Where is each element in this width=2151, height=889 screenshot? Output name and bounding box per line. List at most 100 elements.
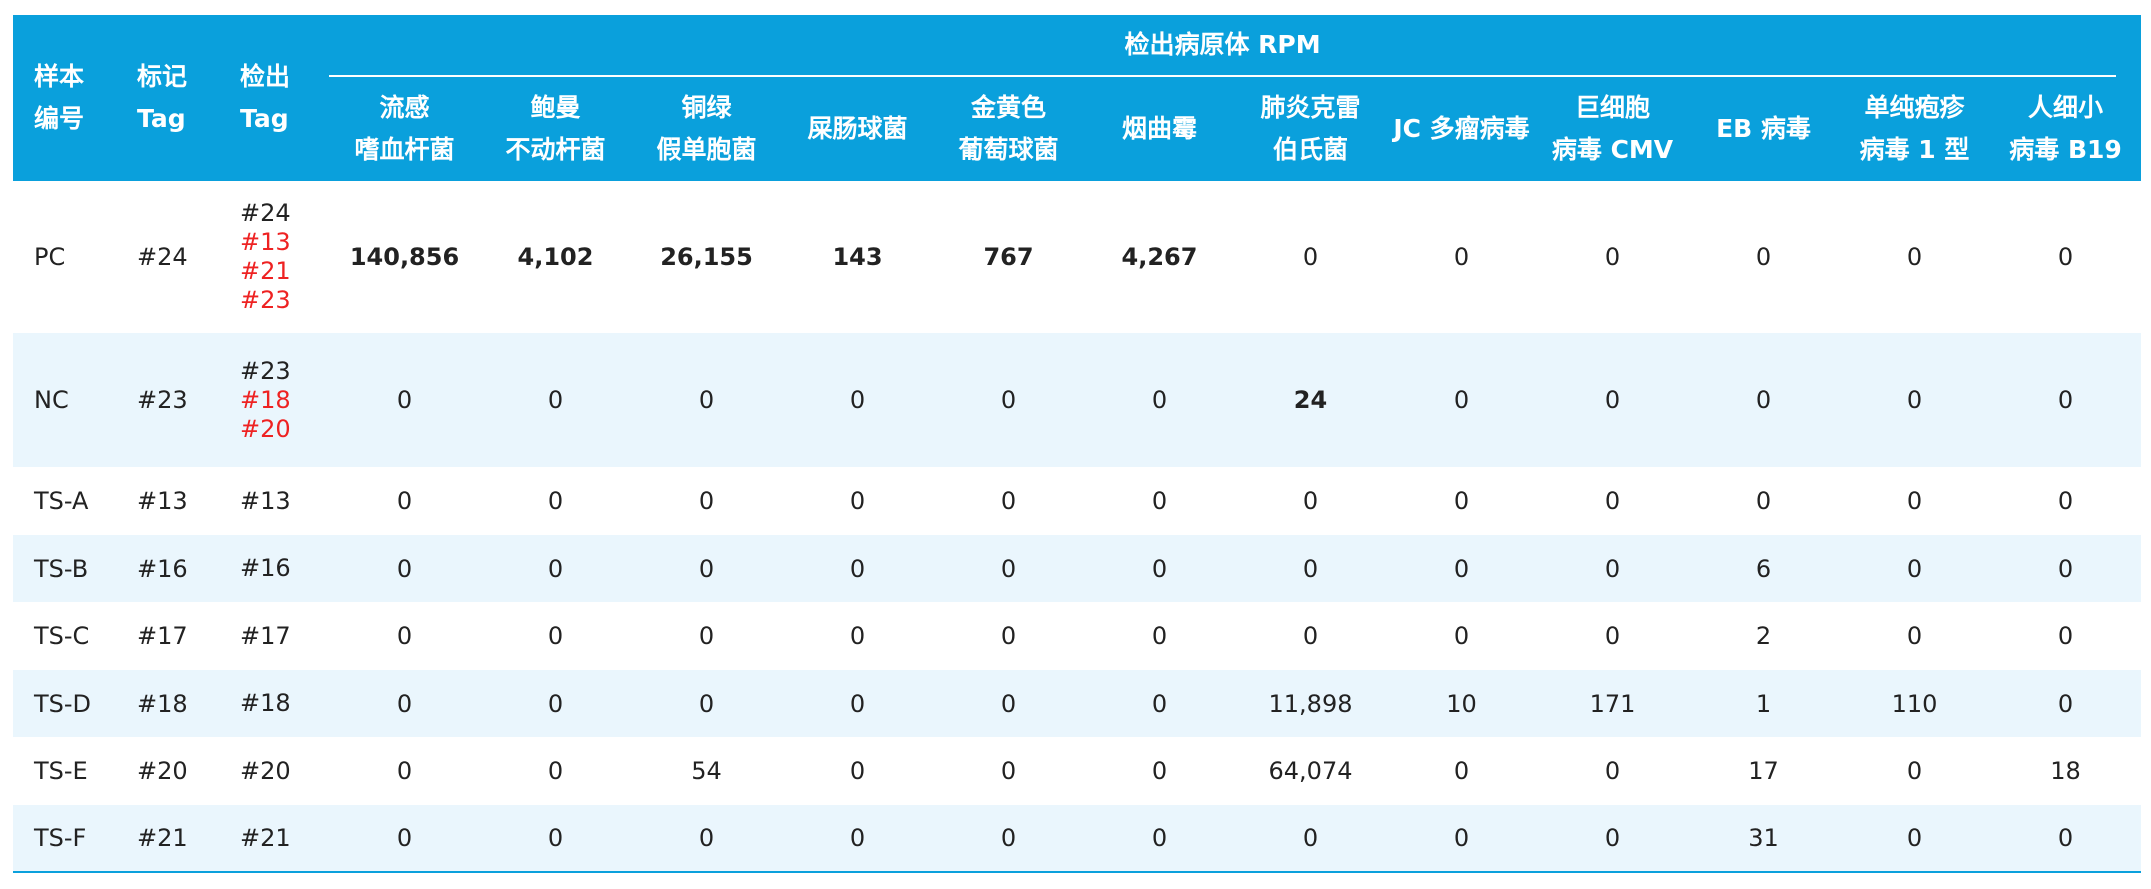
col-header-sample-id: 样本 编号	[13, 15, 116, 181]
cell-rpm-value: 0	[933, 467, 1084, 535]
cell-rpm-value: 0	[782, 467, 933, 535]
cell-mark-tag: #23	[116, 333, 219, 467]
cell-rpm-value: 0	[480, 805, 631, 873]
cell-detected-tags: #20	[219, 737, 329, 805]
col-header-pathogen: 肺炎克雷 伯氏菌	[1235, 77, 1386, 181]
detected-tag: #23	[240, 286, 291, 314]
cell-rpm-value: 0	[1084, 333, 1235, 467]
col-header-line: 铜绿	[681, 93, 732, 122]
cell-rpm-value: 0	[1537, 535, 1688, 602]
col-header-mark-tag: 标记 Tag	[116, 15, 219, 181]
col-header-line: 葡萄球菌	[958, 135, 1059, 164]
cell-detected-tags: #21	[219, 805, 329, 873]
cell-sample-id: TS-B	[13, 535, 116, 602]
cell-mark-tag: #20	[116, 737, 219, 805]
detected-tag: #18	[240, 385, 291, 414]
col-header-line: 人细小	[2028, 93, 2104, 122]
cell-rpm-value: 0	[933, 670, 1084, 737]
col-header-pathogen: EB 病毒	[1688, 77, 1839, 181]
cell-rpm-value: 4,102	[480, 181, 631, 333]
cell-rpm-value: 0	[933, 602, 1084, 670]
detected-tag: #16	[240, 554, 291, 582]
cell-detected-tags: #24 #13 #21 #23	[219, 181, 329, 333]
col-header-pathogen: 屎肠球菌	[782, 77, 933, 181]
group-header-title: 检出病原体 RPM	[329, 17, 2117, 77]
cell-rpm-value: 0	[1839, 535, 1990, 602]
col-header-pathogen: 巨细胞 病毒 CMV	[1537, 77, 1688, 181]
cell-rpm-value: 0	[329, 535, 480, 602]
table-row: TS-E #20 #20 0 0 54 0 0 0 64,074 0 0 17 0 18	[13, 737, 2142, 805]
detected-tag: #20	[240, 756, 291, 785]
cell-rpm-value: 0	[1990, 181, 2142, 333]
col-header-line: EB 病毒	[1716, 114, 1811, 143]
cell-rpm-value: 0	[1990, 602, 2142, 670]
cell-rpm-value: 0	[1386, 602, 1537, 670]
cell-rpm-value: 0	[1386, 737, 1537, 805]
table-row: TS-A #13 #13 0 0 0 0 0 0 0 0 0 0 0 0	[13, 467, 2142, 535]
table-row: TS-D #18 #18 0 0 0 0 0 0 11,898 10 171 1 110 0	[13, 670, 2142, 737]
table-row: TS-F #21 #21 0 0 0 0 0 0 0 0 0 31 0 0	[13, 805, 2142, 873]
cell-rpm-value: 0	[480, 602, 631, 670]
cell-mark-tag: #24	[116, 181, 219, 333]
cell-rpm-value: 0	[1386, 333, 1537, 467]
cell-rpm-value: 0	[1537, 602, 1688, 670]
cell-rpm-value: 0	[933, 805, 1084, 873]
cell-rpm-value: 0	[1537, 181, 1688, 333]
cell-rpm-value: 64,074	[1235, 737, 1386, 805]
col-header-line: 烟曲霉	[1121, 114, 1197, 143]
cell-rpm-value: 0	[1084, 670, 1235, 737]
cell-rpm-value: 0	[1688, 181, 1839, 333]
cell-mark-tag: #13	[116, 467, 219, 535]
cell-sample-id: TS-D	[13, 670, 116, 737]
cell-rpm-value: 0	[1990, 467, 2142, 535]
cell-mark-tag: #16	[116, 535, 219, 602]
cell-rpm-value: 0	[1688, 467, 1839, 535]
cell-rpm-value: 0	[1839, 602, 1990, 670]
cell-sample-id: TS-C	[13, 602, 116, 670]
cell-rpm-value: 0	[1537, 737, 1688, 805]
cell-rpm-value: 0	[1537, 333, 1688, 467]
cell-rpm-value: 140,856	[329, 181, 480, 333]
cell-rpm-value: 767	[933, 181, 1084, 333]
cell-rpm-value: 0	[782, 602, 933, 670]
col-header-line: 病毒 B19	[2009, 135, 2122, 164]
col-header-line: 单纯疱疹	[1864, 93, 1965, 122]
detected-tag: #21	[240, 823, 291, 852]
cell-rpm-value: 0	[329, 602, 480, 670]
col-header-line: 巨细胞	[1574, 93, 1650, 122]
table-row: TS-C #17 #17 0 0 0 0 0 0 0 0 0 2 0 0	[13, 602, 2142, 670]
cell-rpm-value: 171	[1537, 670, 1688, 737]
cell-sample-id: TS-F	[13, 805, 116, 873]
cell-rpm-value: 2	[1688, 602, 1839, 670]
col-header-pathogen: 鲍曼 不动杆菌	[480, 77, 631, 181]
cell-rpm-value: 0	[1084, 602, 1235, 670]
table-body: PC #24 #24 #13 #21 #23 140,856 4,102 26,155 143 76…	[13, 181, 2142, 873]
cell-rpm-value: 11,898	[1235, 670, 1386, 737]
cell-rpm-value: 0	[329, 670, 480, 737]
cell-sample-id: TS-E	[13, 737, 116, 805]
cell-rpm-value: 0	[1990, 805, 2142, 873]
col-header-line: 鲍曼	[530, 93, 581, 122]
cell-detected-tags: #13	[219, 467, 329, 535]
cell-rpm-value: 0	[1688, 333, 1839, 467]
cell-rpm-value: 0	[631, 467, 782, 535]
cell-rpm-value: 31	[1688, 805, 1839, 873]
cell-rpm-value: 0	[933, 737, 1084, 805]
cell-rpm-value: 10	[1386, 670, 1537, 737]
table-row: TS-B #16 #16 0 0 0 0 0 0 0 0 0 6 0 0	[13, 535, 2142, 602]
cell-rpm-value: 0	[480, 670, 631, 737]
cell-rpm-value: 143	[782, 181, 933, 333]
col-header-line: 嗜血杆菌	[354, 135, 455, 164]
cell-detected-tags: #18	[219, 670, 329, 737]
pathogen-header-row: 流感 嗜血杆菌 鲍曼 不动杆菌 铜绿 假单胞菌 屎肠球菌 金黄色 葡萄球菌 烟曲霉 肺炎克雷 伯氏菌 J…	[13, 77, 2142, 181]
cell-rpm-value: 0	[480, 333, 631, 467]
group-header-pathogen-rpm: 检出病原体 RPM	[329, 15, 2142, 77]
cell-rpm-value: 6	[1688, 535, 1839, 602]
detected-tag: #13	[240, 486, 291, 515]
detected-tag: #18	[240, 689, 291, 717]
table-header: 样本 编号 标记 Tag 检出 Tag 检出病原体 RPM 流感 嗜血杆菌 鲍曼 不动…	[13, 15, 2142, 181]
cell-mark-tag: #18	[116, 670, 219, 737]
cell-mark-tag: #21	[116, 805, 219, 873]
cell-rpm-value: 0	[1386, 181, 1537, 333]
col-header-line: 病毒 1 型	[1859, 135, 1970, 164]
